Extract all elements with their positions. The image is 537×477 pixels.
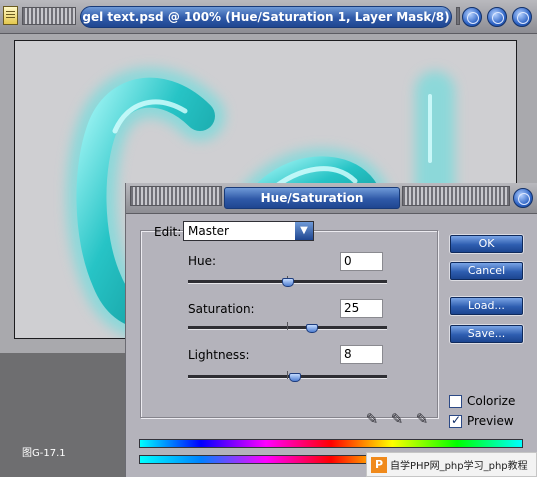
colorize-label: Colorize (467, 394, 516, 408)
dialog-grip-right (402, 186, 510, 206)
dialog-grip-left (130, 186, 222, 206)
maximize-button[interactable] (487, 7, 507, 27)
edit-select-value: Master (188, 224, 229, 238)
hue-label: Hue: (188, 254, 217, 268)
save-button[interactable]: Save... (450, 325, 523, 343)
titlebar-grip-right (456, 7, 460, 25)
colorize-row[interactable]: Colorize (449, 394, 515, 408)
lightness-label: Lightness: (188, 348, 250, 362)
eyedropper-minus-icon[interactable]: ✎ (412, 409, 432, 429)
hue-input[interactable]: 0 (340, 252, 383, 271)
cancel-button[interactable]: Cancel (450, 262, 523, 280)
hue-saturation-dialog: Hue/Saturation Edit: Master ▼ Hue: 0 Sat… (125, 183, 537, 477)
site-logo-icon: P (371, 456, 387, 473)
dialog-title: Hue/Saturation (260, 191, 364, 205)
lightness-slider-center-mark (287, 371, 288, 379)
colorize-checkbox[interactable] (449, 394, 462, 408)
dialog-titlebar[interactable]: Hue/Saturation (126, 183, 537, 214)
edit-select[interactable]: Master ▼ (183, 221, 314, 241)
saturation-input[interactable]: 25 (340, 299, 383, 318)
document-title-pill: gel text.psd @ 100% (Hue/Saturation 1, L… (80, 6, 452, 28)
dialog-close-button[interactable] (513, 188, 533, 208)
eyedropper-icon[interactable]: ✎ (362, 409, 382, 429)
document-title: gel text.psd @ 100% (Hue/Saturation 1, L… (82, 10, 450, 24)
document-titlebar[interactable]: gel text.psd @ 100% (Hue/Saturation 1, L… (0, 0, 537, 34)
eyedropper-plus-icon[interactable]: ✎ (387, 409, 407, 429)
edit-label: Edit: (154, 225, 182, 239)
titlebar-grip-left (22, 7, 76, 25)
ok-button[interactable]: OK (450, 235, 523, 253)
saturation-slider-thumb[interactable] (306, 324, 319, 333)
load-button[interactable]: Load... (450, 297, 523, 315)
preview-checkbox[interactable] (449, 413, 462, 428)
watermark-text: 自学PHP网_php学习_php教程 (390, 461, 528, 472)
site-watermark: P 自学PHP网_php学习_php教程 (366, 452, 537, 477)
dialog-body: Edit: Master ▼ Hue: 0 Saturation: 25 Lig… (126, 214, 537, 477)
lightness-slider-thumb[interactable] (289, 373, 302, 382)
dialog-title-pill: Hue/Saturation (224, 187, 400, 209)
close-button[interactable] (512, 7, 532, 27)
lightness-input[interactable]: 8 (340, 345, 383, 364)
chevron-down-icon[interactable]: ▼ (295, 222, 313, 240)
preview-label: Preview (467, 414, 514, 428)
saturation-label: Saturation: (188, 302, 255, 316)
document-icon[interactable] (3, 6, 18, 25)
adjustment-group (140, 230, 438, 418)
preview-row[interactable]: Preview (449, 413, 514, 428)
input-color-spectrum (139, 439, 523, 448)
saturation-slider-center-mark (287, 322, 288, 330)
figure-caption: 图G-17.1 (22, 448, 66, 459)
minimize-button[interactable] (462, 7, 482, 27)
hue-slider-thumb[interactable] (281, 278, 294, 287)
